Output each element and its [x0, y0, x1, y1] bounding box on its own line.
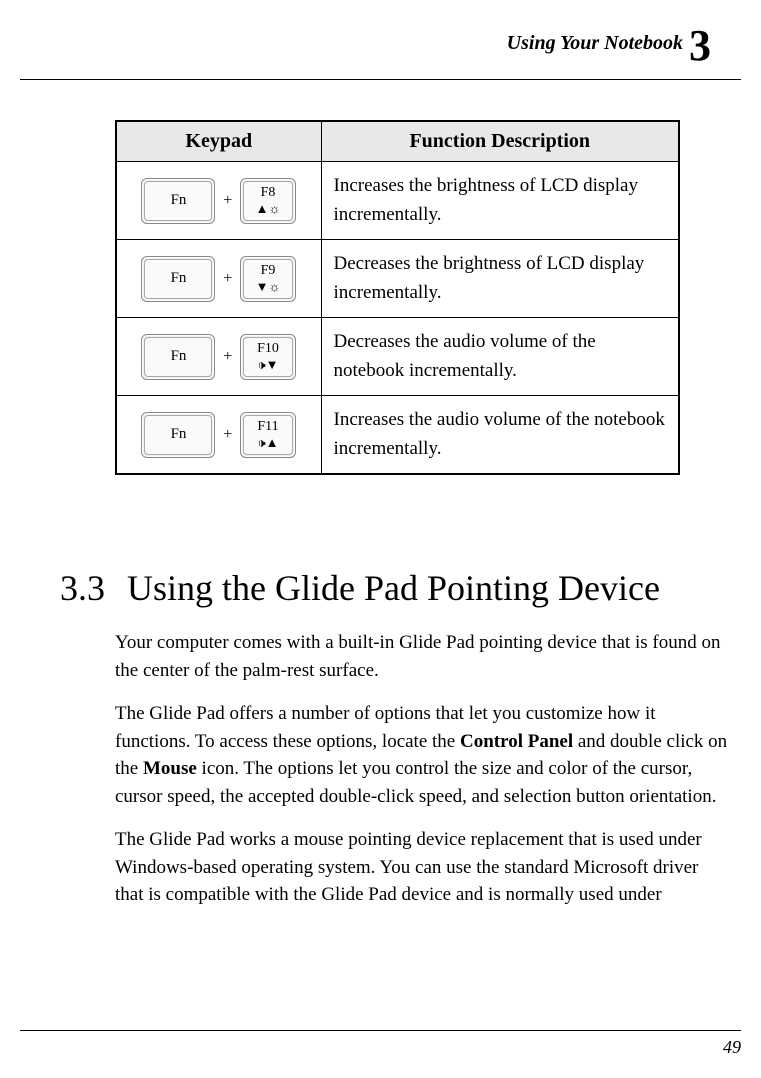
paragraph: The Glide Pad offers a number of options…: [115, 700, 731, 810]
col-header-desc: Function Description: [321, 121, 679, 162]
desc-cell: Decreases the brightness of LCD display …: [321, 240, 679, 318]
section-title: Using the Glide Pad Pointing Device: [127, 568, 660, 608]
fn-key-icon: Fn: [141, 334, 215, 380]
page-header: Using Your Notebook 3: [20, 0, 741, 80]
section-content: 3.3 Using the Glide Pad Pointing Device …: [0, 525, 761, 945]
keypad-cell: Fn + F11🕩▲: [116, 396, 321, 475]
fn-key-icon: Fn: [141, 412, 215, 458]
plus-icon: +: [223, 267, 232, 291]
desc-cell: Decreases the audio volume of the notebo…: [321, 318, 679, 396]
table-row: Fn + F9▼☼ Decreases the brightness of LC…: [116, 240, 679, 318]
table-row: Fn + F11🕩▲ Increases the audio volume of…: [116, 396, 679, 475]
page-number: 49: [723, 1037, 741, 1057]
f8-key-icon: F8▲☼: [240, 178, 296, 224]
volume-up-icon: 🕩▲: [257, 436, 278, 449]
keypad-cell: Fn + F10🕩▼: [116, 318, 321, 396]
chapter-number: 3: [689, 21, 711, 70]
desc-cell: Increases the audio volume of the notebo…: [321, 396, 679, 475]
body-text: Your computer comes with a built-in Glid…: [60, 629, 731, 909]
table-row: Fn + F8▲☼ Increases the brightness of LC…: [116, 162, 679, 240]
bold-text: Control Panel: [460, 731, 573, 752]
keypad-cell: Fn + F8▲☼: [116, 162, 321, 240]
table-row: Fn + F10🕩▼ Decreases the audio volume of…: [116, 318, 679, 396]
f11-key-icon: F11🕩▲: [240, 412, 296, 458]
plus-icon: +: [223, 345, 232, 369]
section-heading: 3.3 Using the Glide Pad Pointing Device: [60, 567, 731, 609]
f9-key-icon: F9▼☼: [240, 256, 296, 302]
bold-text: Mouse: [143, 758, 197, 779]
col-header-keypad: Keypad: [116, 121, 321, 162]
fn-key-icon: Fn: [141, 256, 215, 302]
keypad-cell: Fn + F9▼☼: [116, 240, 321, 318]
f10-key-icon: F10🕩▼: [240, 334, 296, 380]
table-section: Keypad Function Description Fn + F8▲☼ In…: [0, 80, 761, 525]
brightness-down-icon: ▼☼: [256, 280, 281, 293]
volume-down-icon: 🕩▼: [257, 358, 278, 371]
page-footer: 49: [20, 1030, 741, 1058]
header-title: Using Your Notebook: [507, 32, 683, 54]
fn-key-icon: Fn: [141, 178, 215, 224]
desc-cell: Increases the brightness of LCD display …: [321, 162, 679, 240]
plus-icon: +: [223, 189, 232, 213]
brightness-up-icon: ▲☼: [256, 202, 281, 215]
function-keys-table: Keypad Function Description Fn + F8▲☼ In…: [115, 120, 680, 475]
paragraph: Your computer comes with a built-in Glid…: [115, 629, 731, 684]
section-number: 3.3: [60, 567, 118, 609]
plus-icon: +: [223, 423, 232, 447]
paragraph: The Glide Pad works a mouse pointing dev…: [115, 826, 731, 909]
